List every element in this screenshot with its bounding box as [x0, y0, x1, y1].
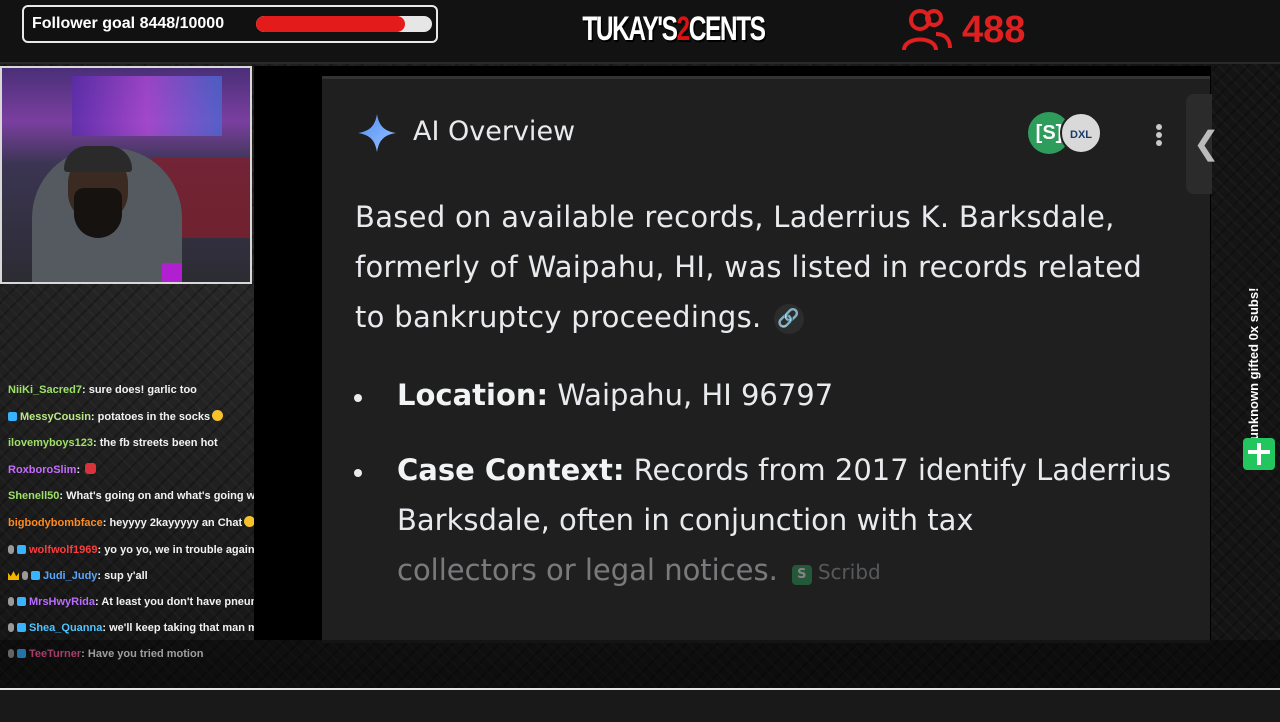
viewer-count: 488 — [962, 8, 1026, 51]
subscriber-badge-icon — [17, 545, 26, 554]
stream-top-bar: Follower goal 8448/10000 TUKAY'S2CENTS 4… — [0, 0, 1280, 64]
link-icon[interactable]: 🔗 — [773, 304, 804, 334]
chat-text: : sure does! garlic too — [81, 384, 197, 396]
ai-overview-paragraph: Based on available records, Laderrius K.… — [355, 192, 1165, 342]
scribd-source-chip[interactable]: S Scribd — [791, 547, 881, 597]
bullet-dot-icon — [354, 394, 362, 402]
chat-username: Judi_Judy — [43, 570, 98, 582]
webcam-purple-object — [162, 263, 182, 282]
subscriber-badge-icon — [17, 623, 26, 632]
ai-sparkle-icon — [358, 114, 396, 152]
devil-emote-icon — [85, 463, 97, 474]
chat-username: MrsHwyRida — [29, 596, 96, 608]
bullet-faded-continuation: collectors or legal notices. S Scribd — [397, 545, 1177, 597]
ai-overview-text: Based on available records, Laderrius K.… — [355, 200, 1143, 334]
footer-band — [0, 640, 1280, 690]
subscriber-badge-icon — [31, 571, 40, 580]
collapse-panel-button[interactable]: ❮ — [1186, 94, 1220, 194]
mic-badge-icon — [8, 597, 14, 606]
viewer-counter: 488 — [900, 6, 1025, 54]
webcam-background-lights — [72, 76, 222, 136]
chat-username: ilovemyboys123 — [8, 437, 93, 449]
chat-text: : What's going on and what's going wrong — [59, 490, 280, 502]
logo-text-a: TUKAY'S — [582, 10, 678, 48]
streamer-cap — [64, 146, 132, 172]
chat-username: RoxboroSlim — [8, 464, 77, 476]
ai-overview-title: AI Overview — [413, 116, 576, 147]
chat-text: : the fb streets been hot — [93, 437, 218, 449]
mic-badge-icon — [22, 571, 28, 580]
chat-text: : heyyyy 2kayyyyy an Chat — [102, 517, 243, 529]
source-icons[interactable]: [S] DXL — [1028, 112, 1104, 154]
chat-username: Shea_Quanna — [29, 622, 103, 634]
crown-badge-icon — [8, 571, 19, 580]
streamer-beard — [74, 188, 122, 238]
mic-badge-icon — [8, 623, 14, 632]
chat-text: : — [76, 464, 84, 476]
follower-goal-widget: Follower goal 8448/10000 — [22, 5, 438, 43]
more-options-icon[interactable] — [1150, 118, 1170, 152]
bottom-strip — [0, 688, 1280, 722]
chat-text: : sup y'all — [97, 570, 148, 582]
bullet-location: Location: Waipahu, HI 96797 — [397, 370, 1157, 420]
bullet-faded-text: collectors or legal notices. — [397, 553, 778, 587]
chat-username: Shenell50 — [8, 490, 60, 502]
bullet-label: Case Context: — [397, 453, 625, 487]
bullet-text: Waipahu, HI 96797 — [548, 378, 834, 412]
bullet-dot-icon — [354, 469, 362, 477]
chat-username: NiiKi_Sacred7 — [8, 384, 82, 396]
chat-text: : potatoes in the socks — [90, 411, 211, 423]
chat-username: wolfwolf1969 — [29, 544, 98, 556]
dxl-source-icon[interactable]: DXL — [1060, 112, 1102, 154]
channel-logo: TUKAY'S2CENTS — [582, 10, 766, 49]
chat-text: : yo yo yo, we in trouble again — [97, 544, 255, 556]
chat-username: bigbodybombface — [8, 517, 103, 529]
chat-username: MessyCousin — [20, 411, 91, 423]
follower-goal-progress-bar — [256, 16, 432, 32]
mic-badge-icon — [8, 545, 14, 554]
gift-icon — [1243, 438, 1275, 470]
follower-goal-text: Follower goal 8448/10000 — [32, 15, 225, 32]
chevron-left-icon: ❮ — [1193, 124, 1220, 162]
subscriber-badge-icon — [8, 412, 17, 421]
logo-text-b: CENTS — [688, 10, 766, 48]
webcam-feed — [0, 66, 252, 284]
laughing-emoji-icon — [212, 410, 224, 421]
users-icon — [902, 9, 952, 51]
gifted-subs-notice: unknown gifted 0x subs! — [1246, 287, 1261, 440]
scribd-chip-icon: S — [791, 565, 812, 585]
scribd-chip-label: Scribd — [817, 560, 881, 584]
logo-text-2: 2 — [676, 10, 691, 48]
bullet-case-context: Case Context: Records from 2017 identify… — [397, 445, 1177, 597]
bullet-label: Location: — [397, 378, 549, 412]
subscriber-badge-icon — [17, 597, 26, 606]
follower-goal-progress-fill — [256, 16, 405, 32]
